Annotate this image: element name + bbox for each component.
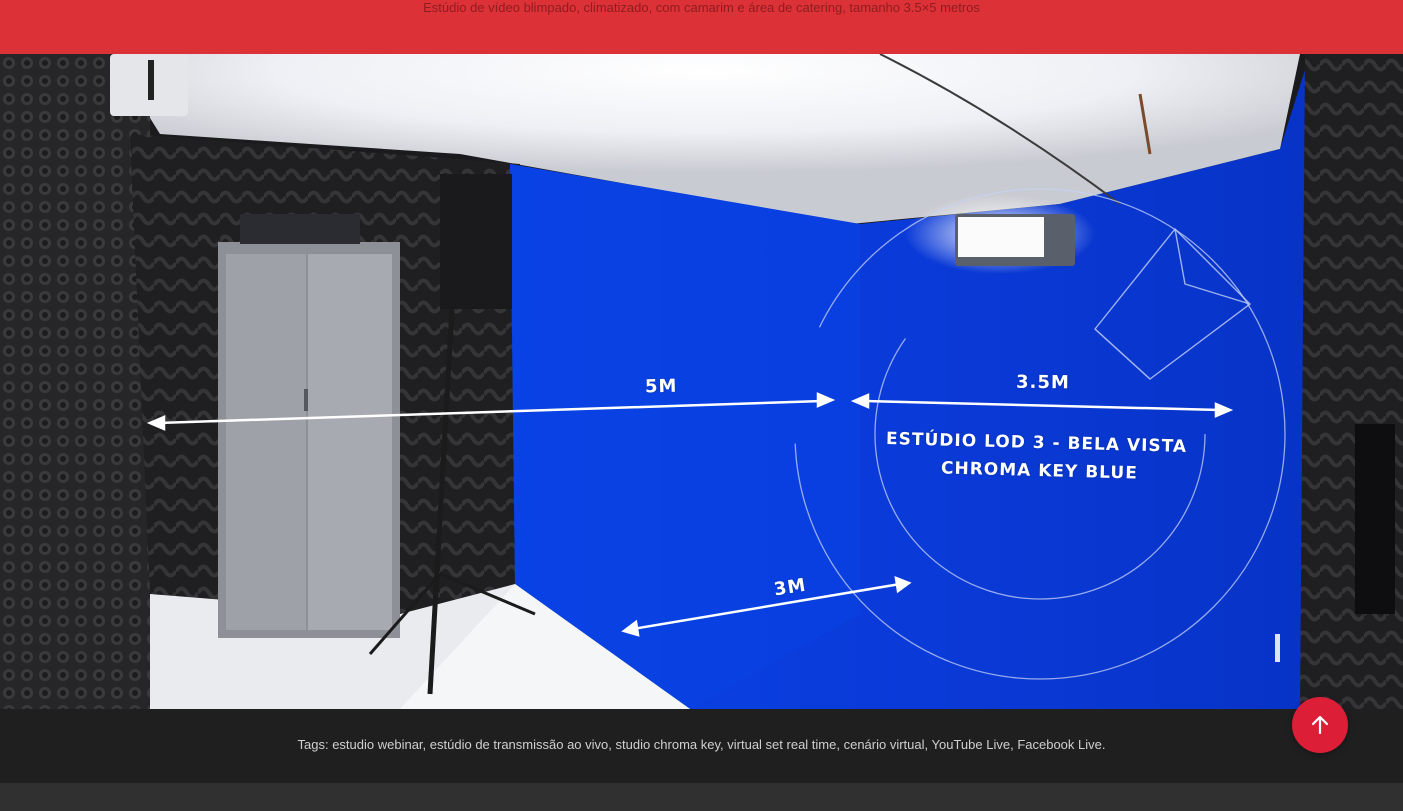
page: Estúdio de vídeo blimpado, climatizado, … <box>0 0 1403 811</box>
studio-photo: 5M 3.5M 3M ESTÚDIO LOD 3 - BELA VISTA CH… <box>0 54 1403 709</box>
tags-bar: Tags: estudio webinar, estúdio de transm… <box>0 709 1403 783</box>
tag-link[interactable]: Facebook Live. <box>1017 737 1105 752</box>
footer-heading-peek <box>0 801 1403 811</box>
tag-link[interactable]: cenário virtual <box>844 737 925 752</box>
tag-link[interactable]: YouTube Live <box>932 737 1011 752</box>
tag-link[interactable]: virtual set real time <box>727 737 836 752</box>
depth-dimension-label: 3.5M <box>1015 371 1070 394</box>
tags-line: Tags: estudio webinar, estúdio de transm… <box>297 737 1106 752</box>
width-dimension-label: 5M <box>644 375 678 398</box>
header-band: Estúdio de vídeo blimpado, climatizado, … <box>0 0 1403 54</box>
image-caption: Estúdio de vídeo blimpado, climatizado, … <box>423 0 980 15</box>
arrow-up-icon <box>1311 715 1329 735</box>
tag-link[interactable]: estudio webinar <box>332 737 422 752</box>
scroll-to-top-button[interactable] <box>1292 697 1348 753</box>
tag-link[interactable]: studio chroma key <box>616 737 721 752</box>
footer-strip <box>0 783 1403 811</box>
tag-link[interactable]: estúdio de transmissão ao vivo <box>430 737 608 752</box>
tags-prefix: Tags: <box>297 737 329 752</box>
studio-photo-graphic <box>0 54 1403 709</box>
